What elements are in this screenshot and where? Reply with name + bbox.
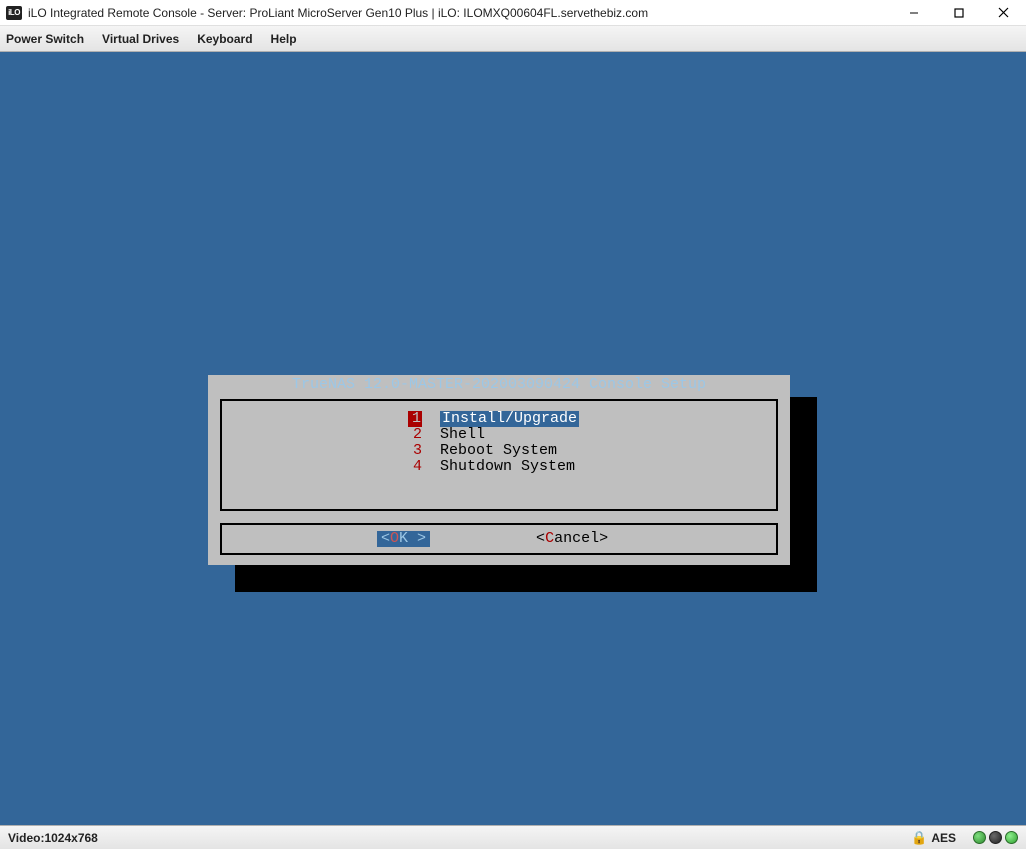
ok-pre: < — [381, 531, 390, 547]
cancel-pre: < — [536, 530, 545, 547]
menu-label: Shell — [440, 427, 485, 443]
menu-num: 2 — [408, 427, 422, 443]
statusbar: Video:1024x768 🔒 AES — [0, 825, 1026, 849]
menu-num: 4 — [408, 459, 422, 475]
menu-list: 1 Install/Upgrade 2 Shell 3 Reboot Syste… — [408, 411, 776, 475]
cancel-hot: C — [545, 530, 554, 547]
maximize-icon — [954, 8, 964, 18]
menu-label: Shutdown System — [440, 459, 575, 475]
close-icon — [998, 7, 1009, 18]
maximize-button[interactable] — [936, 0, 981, 26]
minimize-button[interactable] — [891, 0, 936, 26]
console-setup-dialog: TrueNAS 12.0-MASTER-202003090424 Console… — [208, 375, 790, 565]
titlebar: iLO iLO Integrated Remote Console - Serv… — [0, 0, 1026, 26]
menu-num: 3 — [408, 443, 422, 459]
menu-label: Install/Upgrade — [440, 411, 579, 427]
menu-item-reboot[interactable]: 3 Reboot System — [408, 443, 776, 459]
menu-item-shell[interactable]: 2 Shell — [408, 427, 776, 443]
dialog-title: TrueNAS 12.0-MASTER-202003090424 Console… — [208, 375, 790, 399]
status-indicator-3 — [1005, 831, 1018, 844]
ok-rest: K > — [399, 531, 426, 547]
encryption-label: AES — [931, 831, 956, 845]
menu-help[interactable]: Help — [271, 32, 297, 46]
menu-virtual-drives[interactable]: Virtual Drives — [102, 32, 179, 46]
dialog-button-row: < OK > <Cancel> — [220, 523, 778, 555]
menu-keyboard[interactable]: Keyboard — [197, 32, 252, 46]
menu-item-install-upgrade[interactable]: 1 Install/Upgrade — [408, 411, 776, 427]
ok-button[interactable]: < OK > — [377, 531, 430, 547]
remote-console[interactable]: TrueNAS 12.0-MASTER-202003090424 Console… — [0, 52, 1026, 825]
cancel-button[interactable]: <Cancel> — [536, 531, 608, 547]
minimize-icon — [909, 8, 919, 18]
app-icon: iLO — [6, 6, 22, 20]
window-controls — [891, 0, 1026, 26]
lock-icon: 🔒 — [911, 830, 927, 846]
ok-hot: O — [390, 531, 399, 547]
menu-num: 1 — [408, 411, 422, 427]
window-title: iLO Integrated Remote Console - Server: … — [28, 6, 891, 20]
menu-item-shutdown[interactable]: 4 Shutdown System — [408, 459, 776, 475]
dialog-menu-box: 1 Install/Upgrade 2 Shell 3 Reboot Syste… — [220, 399, 778, 511]
menu-power-switch[interactable]: Power Switch — [6, 32, 84, 46]
menu-label: Reboot System — [440, 443, 557, 459]
status-indicator-2 — [989, 831, 1002, 844]
close-button[interactable] — [981, 0, 1026, 26]
cancel-rest: ancel> — [554, 530, 608, 547]
menubar: Power Switch Virtual Drives Keyboard Hel… — [0, 26, 1026, 52]
status-indicator-1 — [973, 831, 986, 844]
video-resolution: Video:1024x768 — [8, 831, 98, 845]
